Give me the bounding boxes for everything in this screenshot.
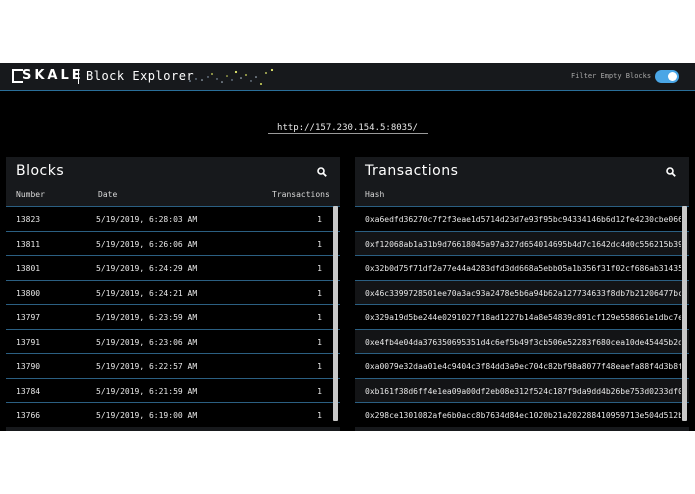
table-row[interactable]: 13791 5/19/2019, 6:23:06 AM 1 xyxy=(6,328,340,353)
table-row[interactable]: 13790 5/19/2019, 6:22:57 AM 1 xyxy=(6,353,340,378)
table-row[interactable]: 0xa0079e32daa01e4c9404c3f84dd3a9ec704c82… xyxy=(355,353,689,378)
blocks-title: Blocks xyxy=(16,163,65,179)
search-icon[interactable] xyxy=(666,167,676,177)
endpoint-underline xyxy=(268,133,428,134)
block-date: 5/19/2019, 6:26:06 AM xyxy=(96,239,198,249)
table-row[interactable]: 13801 5/19/2019, 6:24:29 AM 1 xyxy=(6,255,340,280)
block-date: 5/19/2019, 6:23:59 AM xyxy=(96,313,198,322)
table-row[interactable]: 0xe4fb4e04da376350695351d4c6ef5b49f3cb50… xyxy=(355,328,689,353)
block-number: 13801 xyxy=(16,264,41,273)
block-date: 5/19/2019, 6:24:29 AM xyxy=(96,264,198,273)
toggle-knob xyxy=(668,72,677,81)
block-date: 5/19/2019, 6:28:03 AM xyxy=(96,215,198,224)
block-date: 5/19/2019, 6:21:59 AM xyxy=(96,386,198,396)
column-header-date: Date xyxy=(98,190,118,199)
table-row[interactable]: 13797 5/19/2019, 6:23:59 AM 1 xyxy=(6,304,340,329)
blocks-list: 13823 5/19/2019, 6:28:03 AM 1 13811 5/19/201… xyxy=(6,206,340,427)
block-number: 13766 xyxy=(16,411,41,420)
table-row[interactable]: 0xb161f38d6ff4e1ea09a00df2eb08e312f524c1… xyxy=(355,377,689,402)
transaction-hash: 0x46c3399728501ee70a3ac93a2478e5b6a94b62… xyxy=(365,288,681,298)
block-number: 13797 xyxy=(16,313,41,322)
block-transaction-count: 1 xyxy=(317,337,322,347)
transactions-panel: Transactions Hash 0xa6edfd36270c7f2f3eae… xyxy=(355,157,689,431)
column-header-transactions: Transactions xyxy=(272,190,330,199)
block-transaction-count: 1 xyxy=(317,386,322,396)
transaction-hash: 0x32b0d75f71df2a77e44a4283dfd3dd668a5ebb… xyxy=(365,264,681,273)
block-transaction-count: 1 xyxy=(317,239,322,249)
transaction-hash: 0xe4fb4e04da376350695351d4c6ef5b49f3cb50… xyxy=(365,337,681,347)
table-row[interactable]: 0x46c3399728501ee70a3ac93a2478e5b6a94b62… xyxy=(355,279,689,304)
block-date: 5/19/2019, 6:23:06 AM xyxy=(96,337,198,347)
table-row[interactable]: 0x329a19d5be244e0291027f18ad1227b14a8e54… xyxy=(355,304,689,329)
block-number: 13823 xyxy=(16,215,41,224)
block-transaction-count: 1 xyxy=(317,411,322,420)
top-bar: SKALE Block Explorer Filter Empty Blocks xyxy=(0,63,695,91)
column-header-number: Number xyxy=(16,190,45,199)
table-row[interactable]: 13784 5/19/2019, 6:21:59 AM 1 xyxy=(6,377,340,402)
block-number: 13800 xyxy=(16,288,41,298)
transactions-title: Transactions xyxy=(365,163,459,179)
search-icon[interactable] xyxy=(317,167,327,177)
block-date: 5/19/2019, 6:22:57 AM xyxy=(96,362,198,371)
block-transaction-count: 1 xyxy=(317,215,322,224)
logo-text: SKALE xyxy=(22,68,84,83)
table-row[interactable]: 13811 5/19/2019, 6:26:06 AM 1 xyxy=(6,230,340,255)
transactions-list: 0xa6edfd36270c7f2f3eae1d5714d23d7e93f95b… xyxy=(355,206,689,427)
blocks-panel: Blocks Number Date Transactions 13823 5/1… xyxy=(6,157,340,431)
filter-empty-blocks-label: Filter Empty Blocks xyxy=(571,72,652,80)
block-number: 13791 xyxy=(16,337,41,347)
table-row[interactable]: 13766 5/19/2019, 6:19:00 AM 1 xyxy=(6,402,340,427)
table-row[interactable]: 0xf12068ab1a31b9d76618045a97a327d6540146… xyxy=(355,230,689,255)
block-date: 5/19/2019, 6:24:21 AM xyxy=(96,288,198,298)
block-transaction-count: 1 xyxy=(317,288,322,298)
block-explorer-app: SKALE Block Explorer Filter Empty Blocks xyxy=(0,63,695,431)
column-header-hash: Hash xyxy=(365,190,385,199)
transaction-hash: 0xf12068ab1a31b9d76618045a97a327d6540146… xyxy=(365,239,681,249)
blocks-scrollbar[interactable] xyxy=(333,206,338,421)
block-date: 5/19/2019, 6:19:00 AM xyxy=(96,411,198,420)
table-row[interactable]: 13823 5/19/2019, 6:28:03 AM 1 xyxy=(6,206,340,231)
rpc-endpoint-url[interactable]: http://157.230.154.5:8035/ xyxy=(0,123,695,133)
transaction-hash: 0xa0079e32daa01e4c9404c3f84dd3a9ec704c82… xyxy=(365,362,681,371)
table-row[interactable]: 0xa6edfd36270c7f2f3eae1d5714d23d7e93f95b… xyxy=(355,206,689,231)
table-row[interactable]: 13800 5/19/2019, 6:24:21 AM 1 xyxy=(6,279,340,304)
table-row[interactable]: 0x298ce1301082afe6b0acc8b7634d84ec1020b2… xyxy=(355,402,689,427)
constellation-decoration-icon xyxy=(189,68,274,85)
transaction-hash: 0xa6edfd36270c7f2f3eae1d5714d23d7e93f95b… xyxy=(365,215,681,224)
filter-empty-blocks-toggle[interactable] xyxy=(655,70,679,83)
block-number: 13790 xyxy=(16,362,41,371)
transaction-hash: 0xb161f38d6ff4e1ea09a00df2eb08e312f524c1… xyxy=(365,386,681,396)
transaction-hash: 0x298ce1301082afe6b0acc8b7634d84ec1020b2… xyxy=(365,411,681,420)
app-title: Block Explorer xyxy=(86,69,195,83)
block-number: 13811 xyxy=(16,239,41,249)
transactions-scrollbar[interactable] xyxy=(682,206,687,421)
block-transaction-count: 1 xyxy=(317,264,322,273)
block-transaction-count: 1 xyxy=(317,362,322,371)
table-row[interactable]: 0x32b0d75f71df2a77e44a4283dfd3dd668a5ebb… xyxy=(355,255,689,280)
logo-divider xyxy=(78,69,79,84)
transaction-hash: 0x329a19d5be244e0291027f18ad1227b14a8e54… xyxy=(365,313,681,322)
block-number: 13784 xyxy=(16,386,41,396)
block-transaction-count: 1 xyxy=(317,313,322,322)
